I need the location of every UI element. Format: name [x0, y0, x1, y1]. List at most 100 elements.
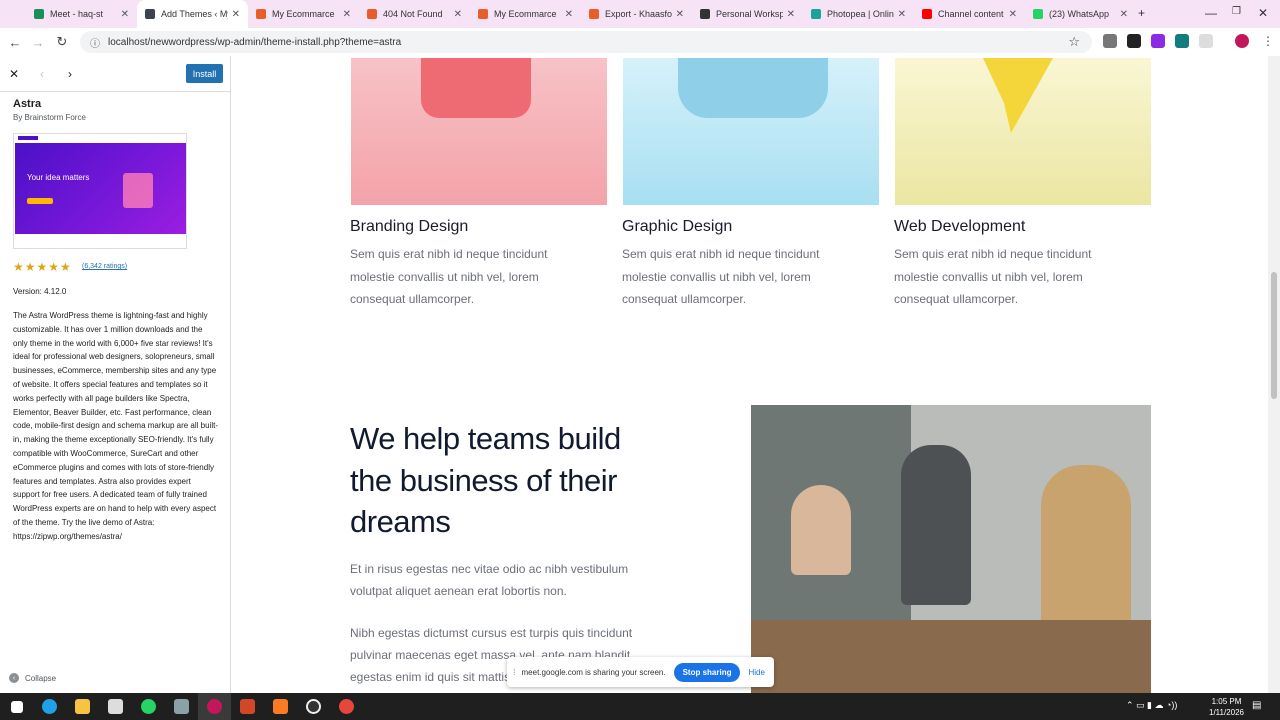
drag-handle-icon[interactable]: ⁞ [513, 667, 516, 677]
theme-description: The Astra WordPress theme is lightning-f… [13, 311, 218, 541]
close-tab-icon[interactable]: ✕ [565, 9, 573, 20]
tab-favicon-icon [256, 9, 266, 19]
astra-logo [18, 136, 38, 140]
tab-favicon-icon [34, 9, 44, 19]
teal-extension-icon[interactable] [1175, 34, 1189, 48]
tab-title: My Ecommarce [272, 9, 335, 19]
tab-favicon-icon [589, 9, 599, 19]
chrome-icon[interactable] [330, 693, 363, 720]
profile-avatar[interactable] [1235, 34, 1249, 48]
close-tab-icon[interactable]: ✕ [676, 9, 684, 20]
chrome-profile-icon[interactable] [198, 693, 231, 720]
obs-icon[interactable] [297, 693, 330, 720]
tab-list: Meet - haq-st ✕ Add Themes ‹ My ✕ My Ecommar… [26, 0, 1136, 28]
puzzle-extensions-icon[interactable] [1199, 34, 1213, 48]
browser-menu-icon[interactable]: ⋮ [1262, 34, 1274, 48]
photo-table [751, 620, 1151, 693]
browser-tab[interactable]: Photopea | Online ✕ [803, 0, 914, 28]
minimize-button[interactable]: — [1205, 6, 1217, 20]
tab-title: 404 Not Found [383, 9, 443, 19]
browser-tab-bar: Meet - haq-st ✕ Add Themes ‹ My ✕ My Ecommar… [0, 0, 1280, 28]
extension-icon[interactable] [1103, 34, 1117, 48]
install-button[interactable]: Install [186, 64, 223, 83]
close-tab-icon[interactable]: ✕ [1009, 9, 1017, 20]
theme-preview-frame: Branding Design Sem quis erat nibh id ne… [232, 56, 1268, 693]
stop-sharing-button[interactable]: Stop sharing [673, 662, 741, 682]
scrollbar-thumb[interactable] [1271, 272, 1277, 399]
theme-version: Version: 4.12.0 [13, 287, 67, 296]
file-explorer-icon[interactable] [66, 693, 99, 720]
browser-tab[interactable]: Channel content ✕ [914, 0, 1025, 28]
browser-tab[interactable]: Meet - haq-st ✕ [26, 0, 137, 28]
url-text: localhost/newwordpress/wp-admin/theme-in… [108, 36, 402, 48]
theme-screenshot: Your idea matters [13, 133, 187, 249]
clock-time: 1:05 PM [1211, 697, 1242, 706]
pen-extension-icon[interactable] [1127, 34, 1141, 48]
maximize-button[interactable]: ❐ [1232, 6, 1241, 17]
close-tab-icon[interactable]: ✕ [121, 9, 129, 20]
web-card-image [895, 58, 1151, 205]
browser-tab[interactable]: Add Themes ‹ My ✕ [137, 0, 248, 28]
tab-favicon-icon [700, 9, 710, 19]
purple-extension-icon[interactable] [1151, 34, 1165, 48]
person-right [1041, 465, 1131, 625]
reload-icon[interactable]: ↻ [51, 34, 73, 50]
clock-date: 1/11/2026 [1209, 708, 1244, 717]
card-title: Web Development [894, 218, 1026, 235]
close-tab-icon[interactable]: ✕ [232, 9, 240, 20]
tab-favicon-icon [367, 9, 377, 19]
browser-tab[interactable]: (23) WhatsApp ✕ [1025, 0, 1136, 28]
next-theme-icon[interactable]: › [56, 67, 84, 81]
previous-theme-icon[interactable]: ‹ [28, 67, 56, 81]
system-clock[interactable]: 1:05 PM 1/11/2026 [1209, 696, 1244, 718]
sidebar-toolbar: ✕ ‹ › Install [0, 56, 230, 92]
start-icon[interactable] [0, 693, 33, 720]
powerpoint-icon[interactable] [231, 693, 264, 720]
close-tab-icon[interactable]: ✕ [454, 9, 462, 20]
notifications-icon[interactable]: ▤ [1252, 700, 1261, 711]
tab-title: Personal Workspa [716, 9, 783, 19]
collapse-button[interactable]: ‹ Collapse [9, 673, 56, 683]
new-tab-button[interactable]: + [1138, 6, 1145, 20]
close-icon[interactable]: ✕ [0, 67, 28, 81]
close-tab-icon[interactable]: ✕ [1120, 9, 1128, 20]
tab-title: My Ecommarce [494, 9, 557, 19]
tab-favicon-icon [922, 9, 932, 19]
browser-tab[interactable]: My Ecommarce ✕ [248, 0, 359, 28]
close-tab-icon[interactable]: ✕ [787, 9, 795, 20]
person-center [901, 445, 971, 605]
browser-tab[interactable]: 404 Not Found ✕ [359, 0, 470, 28]
bookmark-star-icon[interactable]: ☆ [1068, 34, 1080, 50]
screenshot-hero: Your idea matters [15, 143, 186, 234]
lightning-illustration [983, 58, 1053, 133]
tab-title: (23) WhatsApp [1049, 9, 1110, 19]
browser-tab[interactable]: My Ecommarce ✕ [470, 0, 581, 28]
site-info-icon[interactable]: ⓘ [90, 35, 100, 50]
back-icon[interactable]: ← [4, 35, 26, 50]
browser-tab[interactable]: Personal Workspa ✕ [692, 0, 803, 28]
screenshot-illustration [123, 173, 153, 208]
url-field[interactable]: ⓘ localhost/newwordpress/wp-admin/theme-… [80, 31, 1092, 53]
forward-icon[interactable]: → [27, 35, 49, 50]
system-tray-icons[interactable]: ⌃ ▭ ▮ ☁ ◔)) [1126, 700, 1177, 711]
close-tab-icon[interactable]: ✕ [898, 9, 906, 20]
store-icon[interactable] [99, 693, 132, 720]
theme-details-sidebar: ✕ ‹ › Install Astra By Brainstorm Force … [0, 56, 231, 693]
hide-button[interactable]: Hide [748, 668, 764, 677]
tab-title: Export - Khaasfoo [605, 9, 672, 19]
tab-favicon-icon [811, 9, 821, 19]
rating-stars: ★★★★★ [13, 260, 72, 274]
calculator-icon[interactable] [165, 693, 198, 720]
ratings-link[interactable]: (6,342 ratings) [82, 263, 127, 270]
edge-icon[interactable] [33, 693, 66, 720]
browser-tab[interactable]: Export - Khaasfoo ✕ [581, 0, 692, 28]
xampp-icon[interactable] [264, 693, 297, 720]
graphic-card-image [623, 58, 879, 205]
branding-card-image [351, 58, 607, 205]
close-tab-icon[interactable]: ✕ [343, 9, 351, 20]
page-scrollbar[interactable] [1268, 56, 1280, 693]
team-meeting-photo [751, 405, 1151, 693]
close-window-button[interactable]: ✕ [1258, 6, 1268, 20]
theme-name: Astra [13, 98, 42, 110]
whatsapp-icon[interactable] [132, 693, 165, 720]
